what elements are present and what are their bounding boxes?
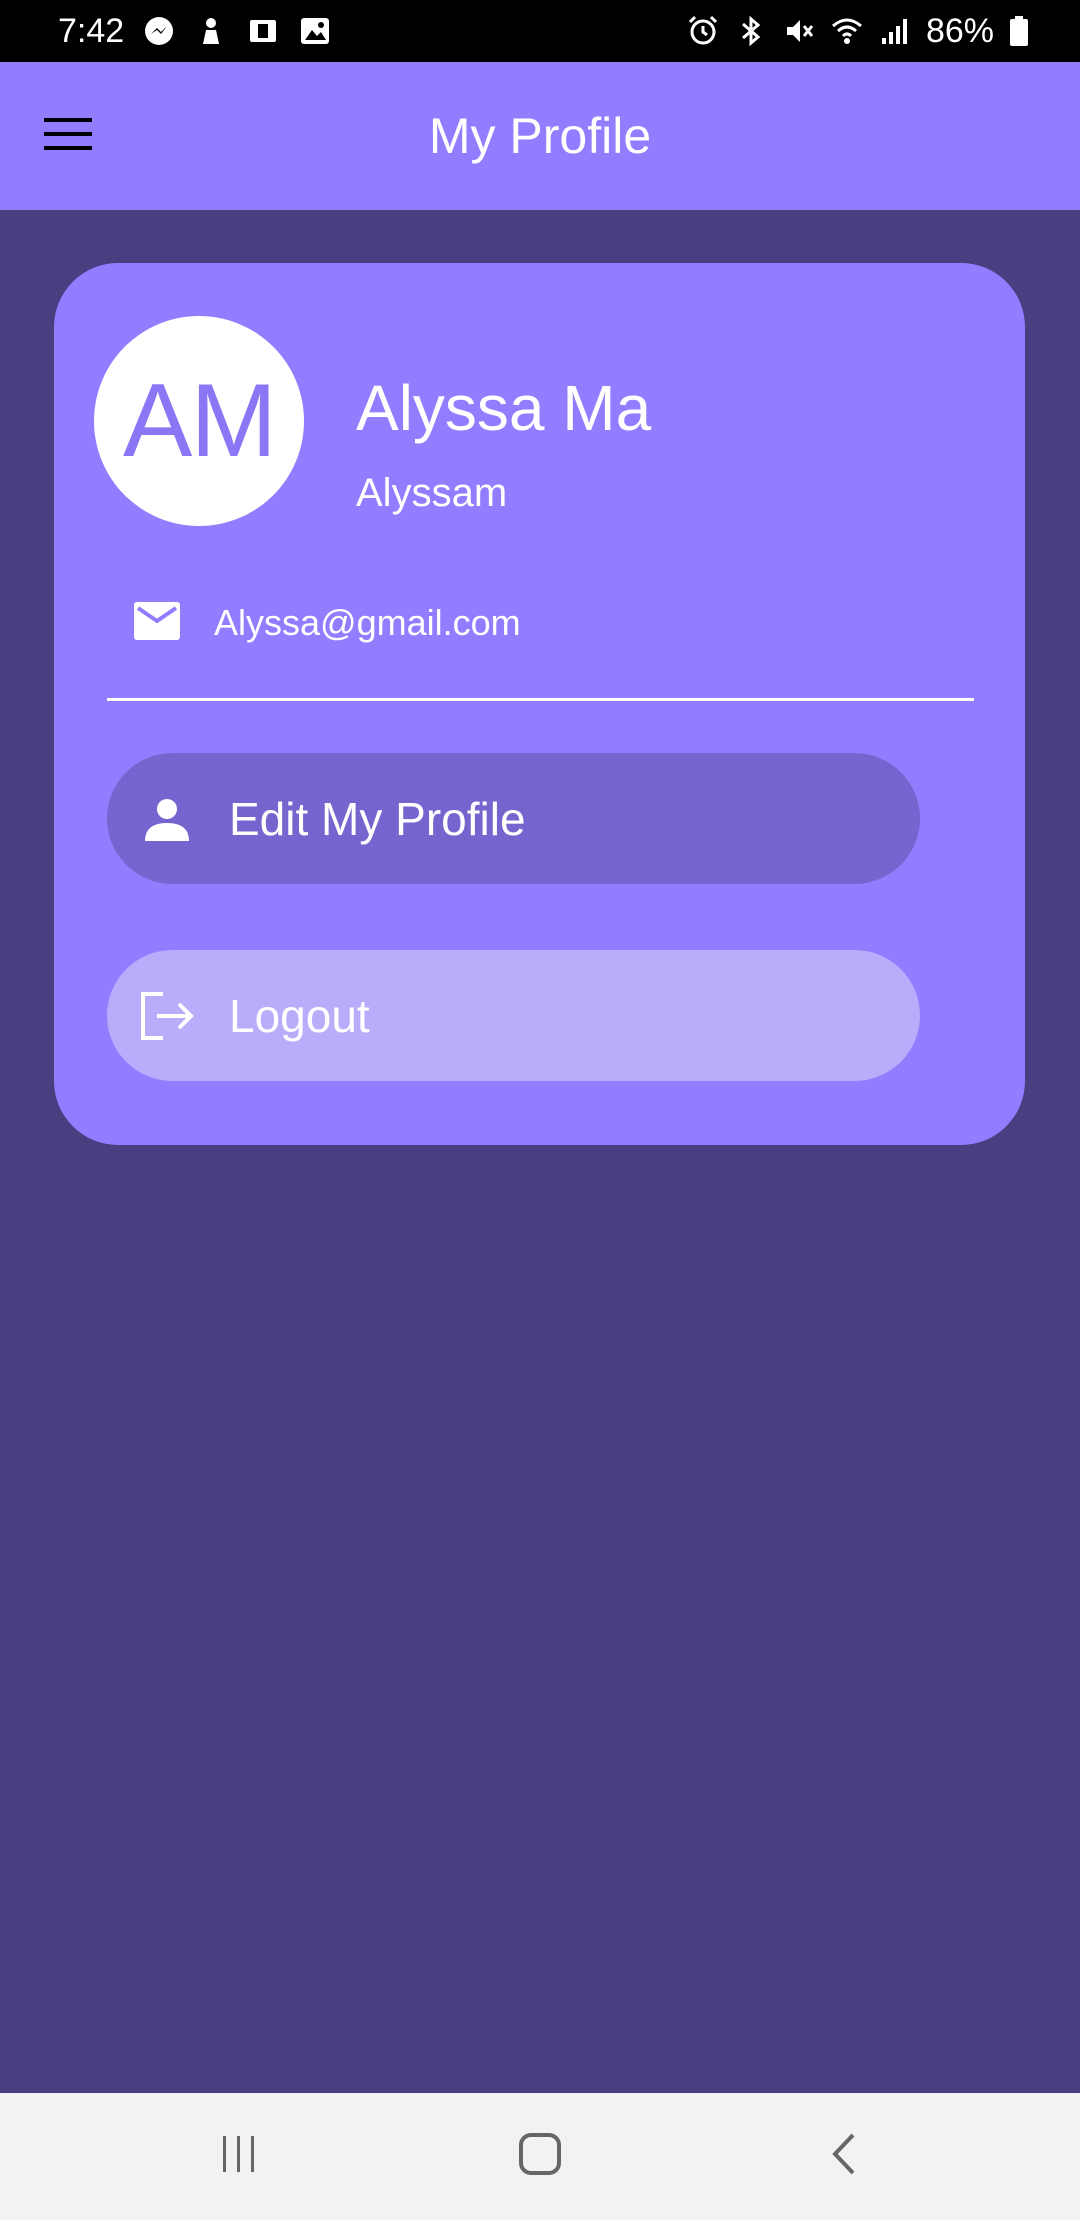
navigation-bar (0, 2093, 1080, 2220)
messenger-icon (142, 14, 176, 48)
back-icon (829, 2132, 859, 2181)
email-row: Alyssa@gmail.com (134, 593, 521, 653)
recents-button[interactable] (179, 2093, 299, 2220)
edit-profile-label: Edit My Profile (229, 792, 526, 845)
page-title: My Profile (428, 108, 652, 164)
cast-icon (246, 14, 280, 48)
battery-percentage: 86% (925, 11, 994, 50)
status-left: 7:42 (58, 0, 332, 62)
email-icon (134, 601, 180, 645)
recents-icon (219, 2134, 259, 2179)
status-right: 86% (686, 0, 1042, 62)
status-bar: 7:42 86% (0, 0, 1080, 62)
status-time: 7:42 (58, 11, 125, 50)
app-bar: My Profile (0, 62, 1080, 210)
email-text: Alyssa@gmail.com (214, 602, 521, 643)
bluetooth-icon (734, 14, 768, 48)
profile-card: AM Alyssa Ma Alyssam Alyssa@gmail.com Ed… (54, 263, 1025, 1145)
person-icon (137, 789, 197, 849)
logout-label: Logout (229, 989, 370, 1042)
profile-name: Alyssa Ma (356, 372, 652, 444)
wifi-icon (830, 14, 864, 48)
menu-button[interactable] (36, 108, 100, 164)
avatar: AM (94, 316, 304, 526)
avatar-initials: AM (123, 362, 277, 479)
alarm-icon (686, 14, 720, 48)
notification-icon (194, 14, 228, 48)
logout-icon (137, 986, 197, 1046)
battery-icon (1008, 14, 1042, 48)
signal-icon (878, 14, 912, 48)
logout-button[interactable]: Logout (107, 950, 920, 1081)
home-button[interactable] (480, 2093, 600, 2220)
home-icon (518, 2132, 562, 2181)
back-button[interactable] (784, 2093, 904, 2220)
menu-icon (44, 116, 92, 157)
image-icon (298, 14, 332, 48)
profile-username: Alyssam (356, 471, 508, 515)
edit-profile-button[interactable]: Edit My Profile (107, 753, 920, 884)
divider (107, 698, 974, 701)
mute-icon (782, 14, 816, 48)
